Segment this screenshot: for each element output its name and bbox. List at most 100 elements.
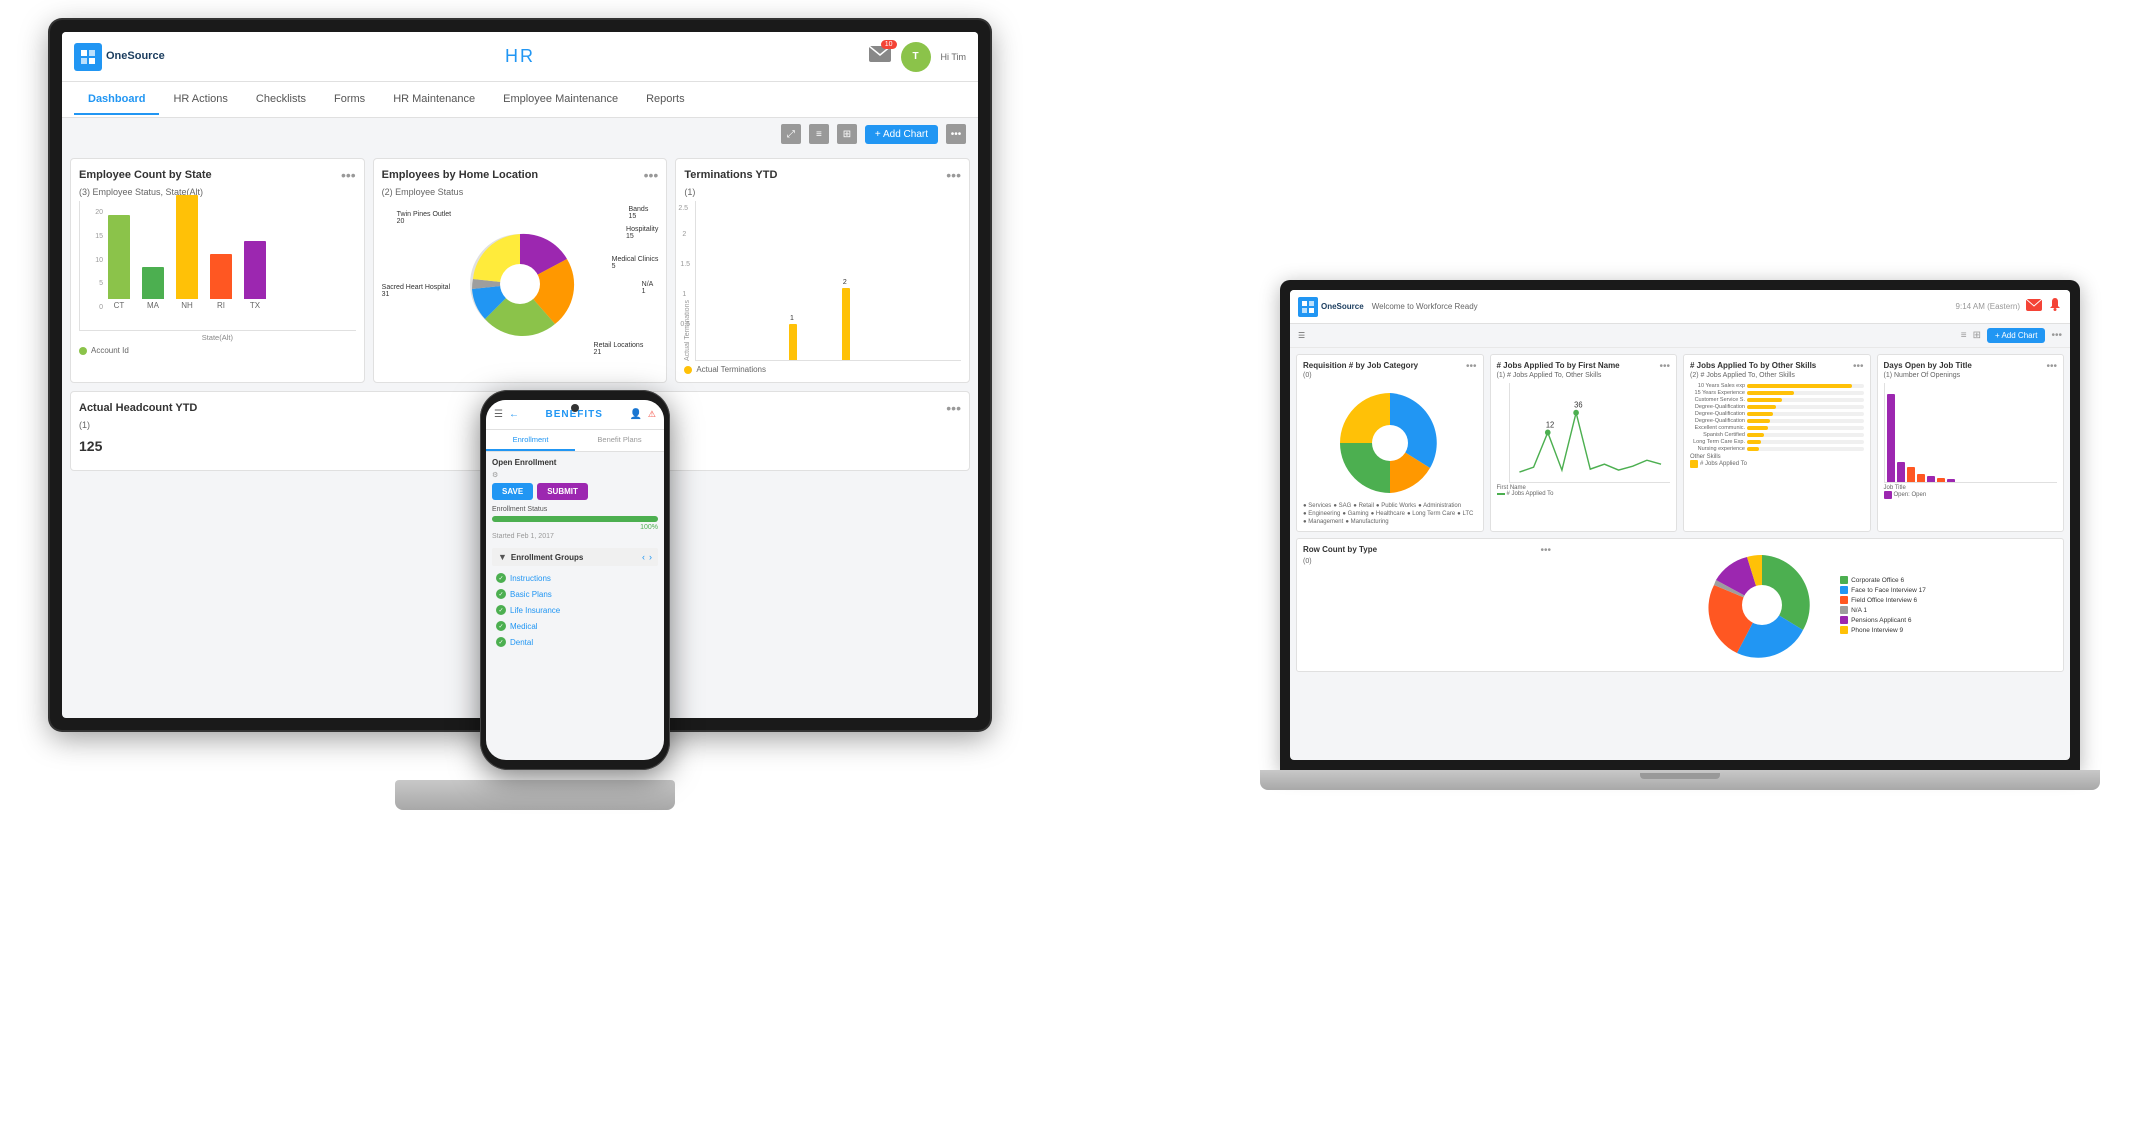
submit-button[interactable]: SUBMIT (537, 483, 588, 500)
pie-label-bands: Bands15 (628, 206, 648, 220)
legend-square (1690, 460, 1698, 468)
mail-container[interactable]: 10 (869, 46, 891, 67)
skill-bar-bg-10 (1747, 447, 1864, 451)
check-icon-instructions: ✓ (496, 573, 506, 583)
skill-row-8: Spanish Certified (1690, 432, 1864, 438)
skill-row-9: Long Term Care Exp. (1690, 439, 1864, 445)
terminations-more[interactable]: ••• (946, 167, 961, 183)
legend-label-corporate: Corporate Office 6 (1851, 577, 1904, 584)
tab-reports[interactable]: Reports (632, 85, 699, 115)
laptop-header-icons: 9:14 AM (Eastern) (1956, 297, 2062, 316)
skill-bar-bg-4 (1747, 405, 1864, 409)
days-bar-3 (1907, 467, 1915, 482)
tab-dashboard[interactable]: Dashboard (74, 85, 159, 115)
skill-bar-fill-4 (1747, 405, 1776, 409)
laptop-grid-icon[interactable]: ⊞ (1973, 330, 1981, 341)
skill-label-4: Degree-Qualification (1690, 404, 1745, 410)
laptop-list-icon[interactable]: ≡ (1961, 330, 1967, 341)
nav-left-icon[interactable]: ‹ (642, 552, 645, 562)
save-button[interactable]: SAVE (492, 483, 533, 500)
user-avatar[interactable]: T (901, 42, 931, 72)
row-count-more-icon[interactable]: ••• (1540, 545, 1551, 556)
bar-label-ct: CT (114, 301, 125, 310)
app-title: HR (505, 46, 535, 67)
req-category-card: Requisition # by Job Category ••• (0) (1296, 354, 1484, 532)
jobs-skills-more-icon[interactable]: ••• (1853, 361, 1864, 372)
headcount-more[interactable]: ••• (946, 400, 961, 416)
jobs-by-name-filter: (1) # Jobs Applied To, Other Skills (1497, 372, 1671, 379)
skill-row-7: Excellent communic. (1690, 425, 1864, 431)
logo-icon (74, 43, 102, 71)
days-open-more-icon[interactable]: ••• (2046, 361, 2057, 372)
terminations-header: Terminations YTD ••• (684, 167, 961, 183)
pie-label-na: N/A1 (642, 281, 654, 295)
tab-employee-maintenance[interactable]: Employee Maintenance (489, 85, 632, 115)
skill-row-4: Degree-Qualification (1690, 404, 1864, 410)
row-count-left: Row Count by Type ••• (0) (1303, 545, 1551, 665)
laptop-add-chart-button[interactable]: + Add Chart (1987, 328, 2045, 343)
jobs-line-chart: 36 12 (1509, 383, 1671, 483)
legend-line (1497, 493, 1505, 495)
skill-bar-bg-1 (1747, 384, 1864, 388)
legend-label: Account Id (91, 346, 129, 355)
phone-tabs: Enrollment Benefit Plans (486, 430, 664, 452)
enrollment-groups-header[interactable]: ▼ Enrollment Groups ‹ › (492, 548, 658, 566)
skill-label-5: Degree-Qualification (1690, 411, 1745, 417)
y-label-1: 1 (682, 291, 686, 298)
list-item-basic-plans[interactable]: ✓ Basic Plans (492, 586, 658, 602)
phone-back-icon[interactable]: ← (509, 409, 519, 420)
days-bar-7 (1947, 479, 1955, 482)
phone-person-icon[interactable]: 👤 (629, 409, 641, 420)
days-legend-label: Open: Open (1894, 492, 1927, 498)
list-item-medical[interactable]: ✓ Medical (492, 618, 658, 634)
row-count-pie-container: Corporate Office 6 Face to Face Intervie… (1561, 545, 2057, 665)
grid-icon[interactable]: ⊞ (837, 124, 857, 144)
tab-hr-actions[interactable]: HR Actions (159, 85, 241, 115)
legend-label-pensions: Pensions Applicant 6 (1851, 617, 1911, 624)
phone-screen: ☰ ← BENEFITS 👤 ⚠ Enrollment Benefit Plan… (486, 400, 664, 760)
pie-label-sacred: Sacred Heart Hospital31 (382, 284, 450, 298)
skill-label-3: Customer Service S. (1690, 397, 1745, 403)
home-location-more[interactable]: ••• (644, 167, 659, 183)
more-icon[interactable]: ••• (946, 124, 966, 144)
phone-tab-enrollment[interactable]: Enrollment (486, 430, 575, 451)
skill-bar-bg-6 (1747, 419, 1864, 423)
pie-chart-svg (460, 224, 580, 344)
phone-tab-benefit-plans[interactable]: Benefit Plans (575, 430, 664, 451)
add-chart-button[interactable]: + Add Chart (865, 125, 938, 144)
days-open-title: Days Open by Job Title (1884, 361, 1972, 370)
list-item-dental[interactable]: ✓ Dental (492, 634, 658, 650)
list-item-label-dental: Dental (510, 638, 533, 647)
legend-item-pensions: Pensions Applicant 6 (1840, 616, 1926, 624)
check-icon-life-insurance: ✓ (496, 605, 506, 615)
terminations-card: Terminations YTD ••• (1) Actual Terminat… (675, 158, 970, 383)
list-icon[interactable]: ≡ (809, 124, 829, 144)
laptop-menu-icon[interactable]: ☰ (1298, 331, 1305, 340)
phone-content: Open Enrollment ⚙ SAVE SUBMIT Enrollment… (486, 452, 664, 656)
phone-menu-icon[interactable]: ☰ (494, 409, 503, 420)
laptop-more-icon[interactable]: ••• (2051, 330, 2062, 341)
laptop-bell[interactable] (2048, 297, 2062, 316)
skill-label-6: Degree-Qualification (1690, 418, 1745, 424)
expand-icon[interactable]: ⤢ (781, 124, 801, 144)
laptop-screen-outer: OneSource Welcome to Workforce Ready 9:1… (1280, 280, 2080, 770)
req-more-icon[interactable]: ••• (1466, 361, 1477, 372)
header-icons: 10 T Hi Tim (869, 42, 967, 72)
nav-right-icon[interactable]: › (649, 552, 652, 562)
gear-icon[interactable]: ⚙ (492, 471, 498, 479)
list-item-instructions[interactable]: ✓ Instructions (492, 570, 658, 586)
jobs-by-skills-header: # Jobs Applied To by Other Skills ••• (1690, 361, 1864, 372)
laptop-mail[interactable] (2026, 298, 2042, 316)
tab-hr-maintenance[interactable]: HR Maintenance (379, 85, 489, 115)
employee-count-title: Employee Count by State (79, 169, 212, 181)
jobs-name-more-icon[interactable]: ••• (1659, 361, 1670, 372)
employee-count-more[interactable]: ••• (341, 167, 356, 183)
list-item-life-insurance[interactable]: ✓ Life Insurance (492, 602, 658, 618)
jobs-by-name-header: # Jobs Applied To by First Name ••• (1497, 361, 1671, 372)
tab-forms[interactable]: Forms (320, 85, 379, 115)
bar-tx (244, 241, 266, 299)
terminations-legend: Actual Terminations (684, 365, 961, 374)
list-item-label-basic-plans: Basic Plans (510, 590, 552, 599)
phone-alert-icon[interactable]: ⚠ (648, 409, 656, 420)
tab-checklists[interactable]: Checklists (242, 85, 320, 115)
